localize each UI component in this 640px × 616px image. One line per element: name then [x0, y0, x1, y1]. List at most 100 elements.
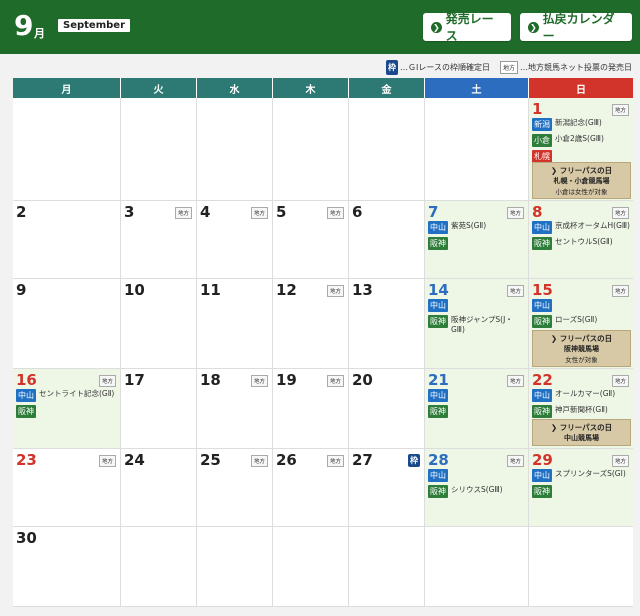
venue-badge[interactable]: 阪神 — [532, 485, 552, 498]
day-cell-25[interactable]: 25 地方 — [197, 449, 273, 526]
venue-badge[interactable]: 中山 — [428, 389, 448, 402]
race-name[interactable]: 新潟記念(GⅢ) — [555, 118, 602, 128]
venue-badge[interactable]: 小倉 — [532, 134, 552, 147]
refund-calendar-button[interactable]: ❯ 払戻カレンダー — [520, 12, 632, 43]
day-cell-17[interactable]: 17 — [121, 369, 197, 448]
race-item[interactable]: 中山 — [428, 299, 526, 312]
venue-badge[interactable]: 阪神 — [428, 315, 448, 328]
day-cell-12[interactable]: 12 地方 — [273, 279, 349, 368]
race-item[interactable]: 新潟 新潟記念(GⅢ) — [532, 118, 631, 131]
race-name[interactable]: セントウルS(GⅡ) — [555, 237, 613, 247]
race-name[interactable]: シリウスS(GⅢ) — [451, 485, 503, 495]
day-cell-15[interactable]: 15 地方 中山 阪神 ローズS(GⅡ) ❯ フリーパスの日 阪神競馬場 女性が対象 — [529, 279, 633, 368]
chiho-badge[interactable]: 地方 — [611, 207, 629, 219]
race-item[interactable]: 阪神 神戸新聞杯(GⅡ) — [532, 405, 631, 418]
chiho-badge[interactable]: 地方 — [506, 207, 524, 219]
venue-badge[interactable]: 中山 — [532, 221, 552, 234]
race-name[interactable]: 神戸新聞杯(GⅡ) — [555, 405, 608, 415]
race-name[interactable]: 京成杯オータムH(GⅢ) — [555, 221, 630, 231]
day-cell-30[interactable]: 30 — [13, 527, 121, 606]
chiho-badge[interactable]: 地方 — [611, 375, 629, 387]
day-cell-11[interactable]: 11 — [197, 279, 273, 368]
chiho-badge[interactable]: 地方 — [250, 375, 268, 387]
race-name[interactable]: 小倉2歳S(GⅢ) — [555, 134, 604, 144]
day-cell-23[interactable]: 23 地方 — [13, 449, 121, 526]
venue-badge[interactable]: 阪神 — [16, 405, 36, 418]
venue-badge[interactable]: 新潟 — [532, 118, 552, 131]
venue-badge[interactable]: 中山 — [532, 389, 552, 402]
day-cell-19[interactable]: 19 地方 — [273, 369, 349, 448]
chiho-badge[interactable]: 地方 — [98, 455, 116, 467]
race-item[interactable]: 阪神 セントウルS(GⅡ) — [532, 237, 631, 250]
race-item[interactable]: 中山 オールカマー(GⅡ) — [532, 389, 631, 402]
sale-races-button[interactable]: ❯ 発売レース — [423, 12, 511, 43]
day-cell-21[interactable]: 21 地方 中山 阪神 — [425, 369, 529, 448]
chiho-badge[interactable]: 地方 — [250, 455, 268, 467]
day-cell-29[interactable]: 29 地方 中山 スプリンターズS(GⅠ) 阪神 — [529, 449, 633, 526]
chiho-badge[interactable]: 地方 — [506, 455, 524, 467]
race-name[interactable]: スプリンターズS(GⅠ) — [555, 469, 626, 479]
venue-badge[interactable]: 中山 — [16, 389, 36, 402]
chiho-badge[interactable]: 地方 — [611, 455, 629, 467]
chiho-badge[interactable]: 地方 — [611, 285, 629, 297]
venue-badge[interactable]: 阪神 — [532, 315, 552, 328]
race-item[interactable]: 中山 スプリンターズS(GⅠ) — [532, 469, 631, 482]
day-cell-4[interactable]: 4 地方 — [197, 201, 273, 278]
venue-badge[interactable]: 阪神 — [428, 405, 448, 418]
chiho-badge[interactable]: 地方 — [326, 455, 344, 467]
race-item[interactable]: 中山 セントライト記念(GⅡ) — [16, 389, 118, 402]
race-item[interactable]: 阪神 — [428, 237, 526, 250]
day-cell-22[interactable]: 22 地方 中山 オールカマー(GⅡ) 阪神 神戸新聞杯(GⅡ) ❯ フリーパスの日 中山競馬… — [529, 369, 633, 448]
chiho-badge[interactable]: 地方 — [506, 285, 524, 297]
venue-badge[interactable]: 中山 — [532, 299, 552, 312]
day-cell-13[interactable]: 13 — [349, 279, 425, 368]
venue-badge[interactable]: 中山 — [532, 469, 552, 482]
day-cell-14[interactable]: 14 地方 中山 阪神 阪神ジャンプS(J・GⅢ) — [425, 279, 529, 368]
venue-badge[interactable]: 中山 — [428, 299, 448, 312]
day-cell-3[interactable]: 3 地方 — [121, 201, 197, 278]
race-name[interactable]: セントライト記念(GⅡ) — [39, 389, 114, 399]
chiho-badge[interactable]: 地方 — [611, 104, 629, 116]
venue-badge[interactable]: 阪神 — [532, 405, 552, 418]
race-item[interactable]: 阪神 阪神ジャンプS(J・GⅢ) — [428, 315, 526, 335]
day-cell-10[interactable]: 10 — [121, 279, 197, 368]
chiho-badge[interactable]: 地方 — [98, 375, 116, 387]
venue-badge[interactable]: 中山 — [428, 469, 448, 482]
day-cell-28[interactable]: 28 地方 中山 阪神 シリウスS(GⅢ) — [425, 449, 529, 526]
race-item[interactable]: 中山 紫苑S(GⅡ) — [428, 221, 526, 234]
free-pass-banner[interactable]: ❯ フリーパスの日 札幌・小倉競馬場 小倉は女性が対象 — [532, 162, 631, 199]
race-name[interactable]: 阪神ジャンプS(J・GⅢ) — [451, 315, 526, 335]
race-item[interactable]: 阪神 — [428, 405, 526, 418]
race-item[interactable]: 阪神 シリウスS(GⅢ) — [428, 485, 526, 498]
venue-badge[interactable]: 阪神 — [428, 237, 448, 250]
day-cell-1[interactable]: 1 地方 新潟 新潟記念(GⅢ) 小倉 小倉2歳S(GⅢ) 札幌 ❯ フリーパスの日 札幌・小倉… — [529, 98, 633, 200]
day-cell-16[interactable]: 16 地方 中山 セントライト記念(GⅡ) 阪神 — [13, 369, 121, 448]
chiho-badge[interactable]: 地方 — [326, 207, 344, 219]
race-item[interactable]: 阪神 ローズS(GⅡ) — [532, 315, 631, 328]
day-cell-5[interactable]: 5 地方 — [273, 201, 349, 278]
chiho-badge[interactable]: 地方 — [506, 375, 524, 387]
race-item[interactable]: 阪神 — [532, 485, 631, 498]
waku-badge[interactable]: 枠 — [408, 454, 420, 467]
day-cell-20[interactable]: 20 — [349, 369, 425, 448]
race-item[interactable]: 小倉 小倉2歳S(GⅢ) — [532, 134, 631, 147]
venue-badge[interactable]: 中山 — [428, 221, 448, 234]
day-cell-8[interactable]: 8 地方 中山 京成杯オータムH(GⅢ) 阪神 セントウルS(GⅡ) — [529, 201, 633, 278]
race-item[interactable]: 中山 京成杯オータムH(GⅢ) — [532, 221, 631, 234]
race-name[interactable]: 紫苑S(GⅡ) — [451, 221, 486, 231]
chiho-badge[interactable]: 地方 — [326, 285, 344, 297]
day-cell-2[interactable]: 2 — [13, 201, 121, 278]
chiho-badge[interactable]: 地方 — [174, 207, 192, 219]
venue-badge[interactable]: 阪神 — [532, 237, 552, 250]
venue-badge[interactable]: 阪神 — [428, 485, 448, 498]
race-item[interactable]: 阪神 — [16, 405, 118, 418]
day-cell-24[interactable]: 24 — [121, 449, 197, 526]
day-cell-9[interactable]: 9 — [13, 279, 121, 368]
chiho-badge[interactable]: 地方 — [326, 375, 344, 387]
day-cell-18[interactable]: 18 地方 — [197, 369, 273, 448]
race-item[interactable]: 中山 — [428, 469, 526, 482]
race-item[interactable]: 中山 — [428, 389, 526, 402]
free-pass-banner[interactable]: ❯ フリーパスの日 中山競馬場 — [532, 419, 631, 446]
race-name[interactable]: オールカマー(GⅡ) — [555, 389, 615, 399]
day-cell-27[interactable]: 27 枠 — [349, 449, 425, 526]
